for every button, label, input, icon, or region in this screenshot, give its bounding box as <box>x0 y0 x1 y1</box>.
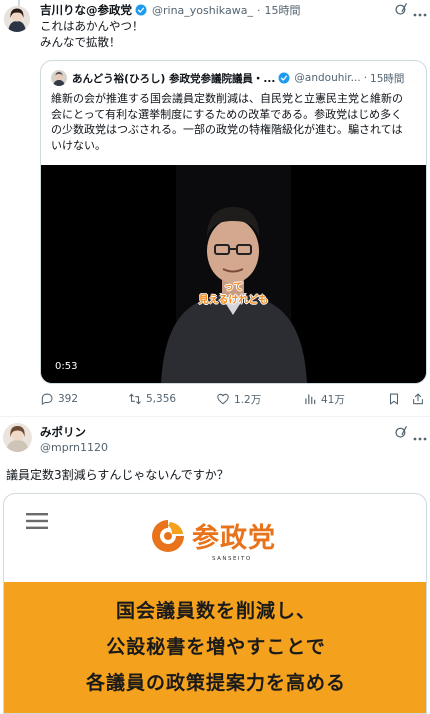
hamburger-menu-icon <box>26 513 48 529</box>
video-caption-line: 見えるけれども <box>198 295 269 306</box>
banner-message-panel: 国会議員数を削減し、 公設秘書を増やすことで 各議員の政策提案力を高める <box>4 582 426 713</box>
grok-icon[interactable] <box>394 425 408 439</box>
avatar-photo-icon <box>3 423 32 452</box>
share-icon <box>413 393 423 405</box>
quote-text-line: 維新の会が推進する国会議員定数削減は、自民党と立憲民主党と維新の <box>51 92 403 105</box>
post-time[interactable]: 15時間 <box>264 2 300 18</box>
banner-line: 各議員の政策提案力を高める <box>85 672 346 694</box>
bookmark-icon <box>389 393 399 405</box>
quote-header: あんどう裕(ひろし) 参政党参議院議員・... @andouhir... · 1… <box>72 71 404 85</box>
quote-text: 維新の会が推進する国会議員定数削減は、自民党と立憲民主党と維新の 会にとって有利… <box>51 91 423 153</box>
party-logo: 参政党 SANSEITO <box>150 514 290 574</box>
quote-avatar <box>51 70 67 86</box>
banner-line: 公設秘書を増やすことで <box>106 636 326 658</box>
repost-count: 5,356 <box>146 393 177 405</box>
avatar[interactable] <box>4 6 30 32</box>
heart-icon <box>217 393 229 405</box>
party-logo-emblem-icon <box>152 520 184 552</box>
separator-dot: · <box>363 72 368 84</box>
bookmark-button[interactable] <box>387 390 401 408</box>
party-logo-subtext: SANSEITO <box>212 556 252 562</box>
avatar[interactable] <box>3 423 32 452</box>
verified-badge-icon <box>135 4 147 16</box>
views-button[interactable]: 41万 <box>303 390 345 408</box>
quote-author-handle: @andouhir... <box>294 72 361 84</box>
avatar-photo-icon <box>4 6 30 32</box>
author-handle[interactable]: @rina_yoshikawa_ <box>152 4 253 17</box>
quoted-post-card[interactable]: あんどう裕(ひろし) 参政党参議院議員・... @andouhir... · 1… <box>40 60 427 384</box>
reply-count: 392 <box>58 393 79 405</box>
more-options-icon[interactable] <box>413 430 427 441</box>
video-frame-person-icon <box>41 165 426 383</box>
repost-button[interactable]: 5,356 <box>128 390 176 408</box>
verified-badge-icon <box>278 72 290 84</box>
banner-line: 国会議員数を削減し、 <box>115 600 316 622</box>
grok-icon[interactable] <box>394 2 408 16</box>
quote-time: 15時間 <box>370 72 405 85</box>
quote-text-line: の少数政党はつぶされる。一部の政党の特権階級化が進む。騙されては <box>51 123 403 136</box>
like-count: 1.2万 <box>234 393 262 406</box>
post-actions-bar: 392 5,356 1.2万 41万 <box>40 390 425 408</box>
post-text: 議員定数3割減らすんじゃないんですか？ <box>6 468 229 482</box>
post-header: みポリン <box>40 425 86 439</box>
quote-text-line: 会にとって有利な選挙制度にするための改革である。参政党はじめ多く <box>51 107 403 121</box>
post-text-line: みんなで拡散！ <box>40 35 121 49</box>
quote-text-line: いけない。 <box>51 138 106 152</box>
reply-button[interactable]: 392 <box>40 390 78 408</box>
repost-icon <box>129 393 141 405</box>
video-caption-line: って <box>223 282 244 293</box>
separator-dot: · <box>256 3 261 17</box>
more-options-icon[interactable] <box>413 6 427 17</box>
video-player[interactable]: って 見えるけれども 0:53 <box>41 165 426 383</box>
views-count: 41万 <box>321 393 345 406</box>
views-chart-icon <box>305 394 316 405</box>
quote-author-name[interactable]: あんどう裕(ひろし) 参政党参議院議員・... <box>72 71 275 86</box>
video-duration: 0:53 <box>51 359 82 375</box>
author-handle[interactable]: @mprn1120 <box>40 441 108 454</box>
post-text: これはあかんやつ！ みんなで拡散！ <box>40 18 144 50</box>
share-button[interactable] <box>411 390 425 408</box>
post-header: 吉川りな@参政党 @rina_yoshikawa_ · 15時間 <box>40 3 300 17</box>
post-image[interactable]: 参政党 SANSEITO 国会議員数を削減し、 公設秘書を増やすことで 各議員の… <box>3 493 427 714</box>
party-logo-text: 参政党 <box>192 523 276 554</box>
author-name[interactable]: 吉川りな@参政党 <box>40 2 132 18</box>
video-caption: って 見えるけれども <box>41 281 426 307</box>
reply-icon <box>41 393 53 405</box>
post-text-line: これはあかんやつ！ <box>40 19 144 33</box>
post-divider <box>0 416 430 417</box>
like-button[interactable]: 1.2万 <box>216 390 261 408</box>
author-name[interactable]: みポリン <box>40 424 86 440</box>
